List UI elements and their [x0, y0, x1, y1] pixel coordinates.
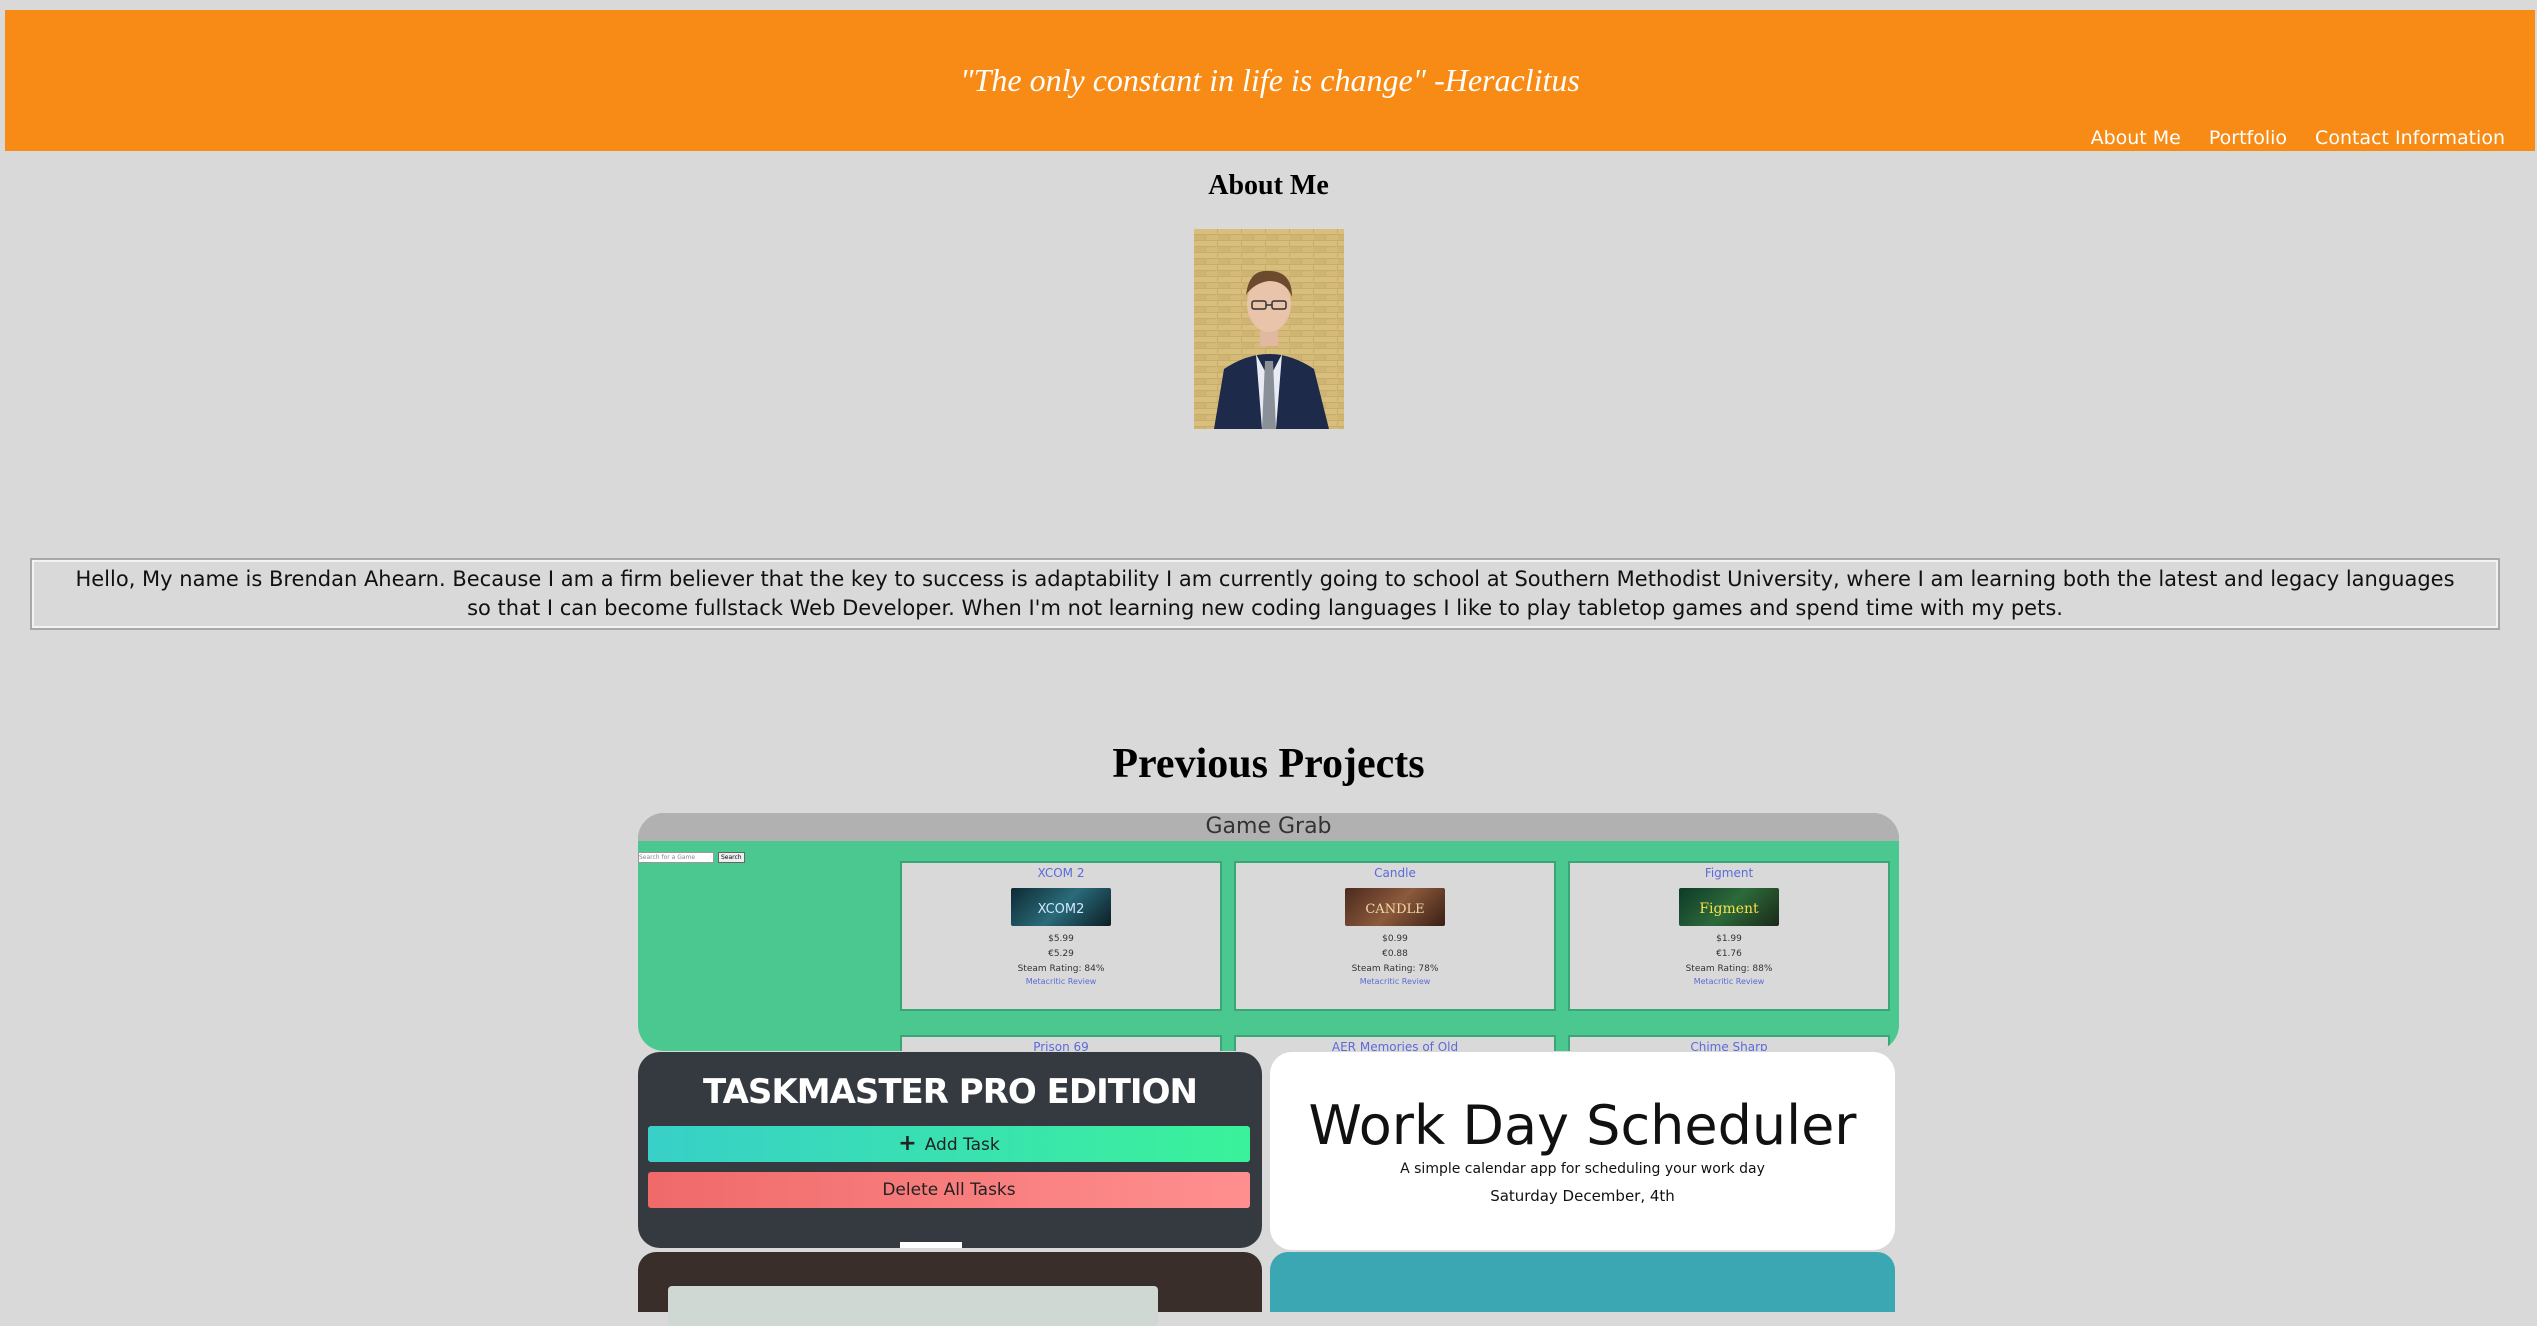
- metacritic-link[interactable]: Metacritic Review: [1570, 977, 1888, 987]
- game-card-aer[interactable]: AER Memories of Old: [1234, 1035, 1556, 1051]
- metacritic-link[interactable]: Metacritic Review: [1236, 977, 1554, 987]
- add-task-label: Add Task: [924, 1135, 1000, 1155]
- project-card-partial-left[interactable]: [638, 1252, 1262, 1326]
- scheduler-subtitle: A simple calendar app for scheduling you…: [1400, 1161, 1765, 1177]
- nav-portfolio[interactable]: Portfolio: [2209, 127, 2287, 149]
- price-eur: €5.29: [1048, 949, 1074, 959]
- project-card-game-grab[interactable]: Game Grab Search for a Game Search XCOM …: [638, 813, 1899, 1051]
- game-card-xcom2[interactable]: XCOM 2 XCOM2 $5.99 €5.29 Steam Rating: 8…: [900, 861, 1222, 1011]
- bio-text: Hello, My name is Brendan Ahearn. Becaus…: [30, 558, 2500, 630]
- game-title[interactable]: Candle: [1236, 866, 1554, 880]
- add-task-button[interactable]: + Add Task: [648, 1126, 1250, 1162]
- site-header: "The only constant in life is change" -H…: [5, 10, 2535, 151]
- nav-contact-information[interactable]: Contact Information: [2315, 127, 2505, 149]
- game-title[interactable]: XCOM 2: [902, 866, 1220, 880]
- svg-text:Figment: Figment: [1699, 901, 1759, 917]
- scheduler-date: Saturday December, 4th: [1490, 1187, 1675, 1205]
- project-card-taskmaster[interactable]: TASKMASTER PRO EDITION + Add Task Delete …: [638, 1052, 1262, 1248]
- game-title[interactable]: AER Memories of Old: [1236, 1040, 1554, 1051]
- game-card-candle[interactable]: Candle CANDLE $0.99 €0.88 Steam Rating: …: [1234, 861, 1556, 1011]
- taskmaster-title: TASKMASTER PRO EDITION: [703, 1072, 1198, 1112]
- svg-text:XCOM2: XCOM2: [1038, 902, 1085, 917]
- main-nav: About Me Portfolio Contact Information: [2091, 127, 2505, 149]
- game-card-prison-69[interactable]: Prison 69: [900, 1035, 1222, 1051]
- price-usd: $1.99: [1716, 934, 1742, 944]
- plus-icon: +: [898, 1131, 917, 1156]
- header-quote: "The only constant in life is change" -H…: [960, 62, 1580, 98]
- game-cover-image: Figment: [1679, 888, 1779, 926]
- project-card-partial-right[interactable]: [1270, 1252, 1895, 1312]
- game-search-bar: Search for a Game Search: [638, 852, 745, 863]
- tab-indicator: [900, 1242, 962, 1248]
- game-search-input[interactable]: Search for a Game: [638, 852, 714, 863]
- price-usd: $0.99: [1382, 934, 1408, 944]
- game-card-figment[interactable]: Figment Figment $1.99 €1.76 Steam Rating…: [1568, 861, 1890, 1011]
- project-preview: [668, 1286, 1158, 1326]
- game-title[interactable]: Chime Sharp: [1570, 1040, 1888, 1051]
- game-search-button[interactable]: Search: [718, 852, 745, 863]
- game-title[interactable]: Prison 69: [902, 1040, 1220, 1051]
- price-eur: €0.88: [1382, 949, 1408, 959]
- nav-about-me[interactable]: About Me: [2091, 127, 2181, 149]
- game-cover-image: XCOM2: [1011, 888, 1111, 926]
- about-me-heading: About Me: [1208, 170, 1329, 201]
- scheduler-title: Work Day Scheduler: [1308, 1094, 1857, 1157]
- game-cover-image: CANDLE: [1345, 888, 1445, 926]
- metacritic-link[interactable]: Metacritic Review: [902, 977, 1220, 987]
- delete-all-tasks-button[interactable]: Delete All Tasks: [648, 1172, 1250, 1208]
- previous-projects-heading: Previous Projects: [1112, 741, 1425, 787]
- game-card-chime-sharp[interactable]: Chime Sharp: [1568, 1035, 1890, 1051]
- profile-photo: [1194, 229, 1344, 429]
- steam-rating: Steam Rating: 84%: [1017, 964, 1105, 974]
- steam-rating: Steam Rating: 88%: [1685, 964, 1773, 974]
- price-usd: $5.99: [1048, 934, 1074, 944]
- svg-text:CANDLE: CANDLE: [1365, 902, 1424, 917]
- steam-rating: Steam Rating: 78%: [1351, 964, 1439, 974]
- project-card-work-day-scheduler[interactable]: Work Day Scheduler A simple calendar app…: [1270, 1052, 1895, 1250]
- game-title[interactable]: Figment: [1570, 866, 1888, 880]
- game-grab-title: Game Grab: [638, 813, 1899, 841]
- price-eur: €1.76: [1716, 949, 1742, 959]
